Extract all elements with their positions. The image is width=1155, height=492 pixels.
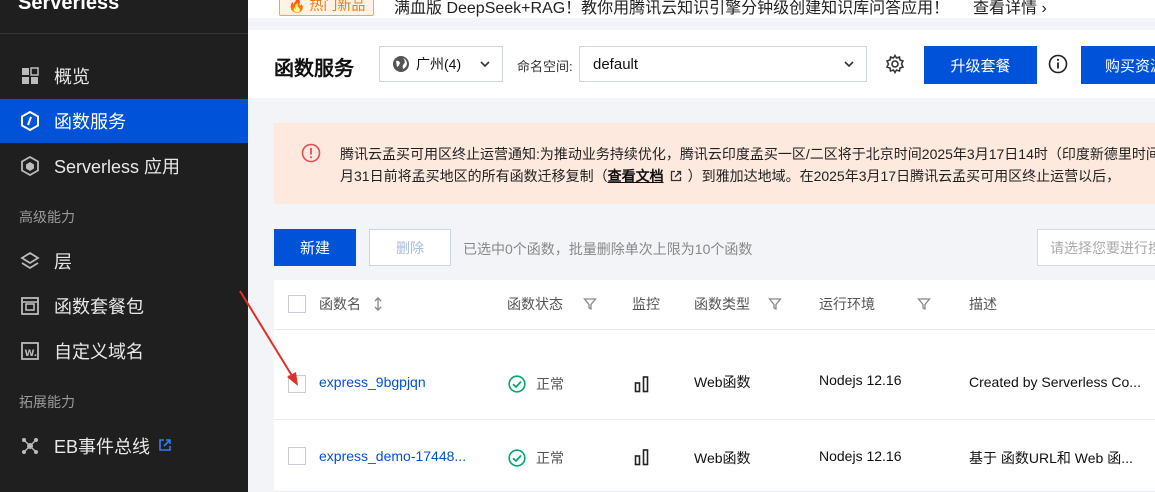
column-header-label: 运行环境 [819, 296, 875, 312]
notice-banner: 腾讯云孟买可用区终止运营通知:为推动业务持续优化，腾讯云印度孟买一区/二区将于北… [274, 123, 1155, 204]
filter-icon[interactable] [768, 297, 782, 311]
column-header-monitor: 监控 [632, 296, 660, 312]
status-cell: 正常 [508, 374, 564, 394]
check-circle-icon [508, 449, 526, 467]
status-text: 正常 [536, 450, 564, 466]
runtime: Nodejs 12.16 [819, 448, 902, 464]
column-header-name[interactable]: 函数名 [319, 294, 383, 314]
sidebar-item-domains[interactable]: W. 自定义域名 [0, 329, 248, 373]
monitor-chart-icon[interactable] [634, 448, 650, 466]
upgrade-button[interactable]: 升级套餐 [924, 46, 1037, 84]
sidebar-item-packages[interactable]: 函数套餐包 [0, 284, 248, 328]
info-icon[interactable] [1048, 54, 1068, 79]
description: Created by Serverless Co... [969, 374, 1141, 390]
brand-title: Serverless [18, 0, 120, 14]
table-row: express_demo-17448... 正常 Web函数 Nodejs 12… [274, 420, 1155, 492]
status-text: 正常 [536, 376, 564, 392]
row-checkbox[interactable] [288, 447, 306, 465]
column-header-label: 函数状态 [507, 296, 563, 312]
buy-resources-button[interactable]: 购买资源 [1081, 46, 1155, 84]
functions-table: 函数名 函数状态 监控 函数类型 运行环境 描述 express_9bgpjqn… [274, 280, 1155, 492]
page-header: 函数服务 广州(4) 命名空间: default 升级套餐 购买资源 [248, 30, 1155, 98]
table-row: express_9bgpjqn 正常 Web函数 Nodejs 12.16 Cr… [274, 348, 1155, 420]
sidebar-item-overview[interactable]: 概览 [0, 54, 248, 98]
filter-icon[interactable] [583, 297, 597, 311]
row-checkbox[interactable] [288, 375, 306, 393]
hot-badge: 🔥 热门新品 [279, 0, 375, 16]
filter-icon[interactable] [917, 297, 931, 311]
sidebar-item-label: 层 [54, 252, 72, 272]
announcement-details-link[interactable]: 查看详情 › [973, 0, 1047, 18]
sidebar-item-label: 函数套餐包 [54, 297, 144, 317]
select-all-checkbox[interactable] [288, 295, 306, 313]
description: 基于 函数URL和 Web 函... [969, 450, 1133, 466]
sidebar-item-label: EB事件总线 [54, 437, 151, 457]
sidebar: Serverless 概览 函数服务 Serverless 应用 高级能力 层 … [0, 0, 248, 492]
chevron-down-icon [842, 57, 856, 75]
announcement-bar: 🔥 热门新品 满血版 DeepSeek+RAG！教你用腾讯云知识引擎分钟级创建知… [248, 0, 1155, 18]
sidebar-item-label: 自定义域名 [54, 342, 144, 362]
notice-text-line-2: 月31日前将孟买地区的所有函数迁移复制（查看文档 ）到雅加达地域。在2025年3月… [340, 166, 1120, 186]
external-link-icon [158, 436, 172, 457]
sidebar-item-label: 函数服务 [54, 112, 126, 132]
monitor-chart-icon[interactable] [634, 375, 650, 393]
notice-text-part: 月31日前将孟买地区的所有函数迁移复制（ [340, 168, 608, 184]
event-bus-icon [20, 436, 40, 456]
brand-divider [0, 33, 248, 34]
section-label-advanced: 高级能力 [19, 209, 75, 225]
delete-button[interactable]: 删除 [369, 229, 451, 266]
new-function-button[interactable]: 新建 [274, 229, 356, 266]
namespace-select[interactable]: default [579, 46, 867, 82]
notice-text-line-1: 腾讯云孟买可用区终止运营通知:为推动业务持续优化，腾讯云印度孟买一区/二区将于北… [340, 146, 1155, 162]
notice-text-part: ）到雅加达地域。在2025年3月17日腾讯云孟买可用区终止运营以后， [687, 168, 1121, 184]
function-name-link[interactable]: express_9bgpjqn [319, 374, 426, 390]
column-header-status[interactable]: 函数状态 [507, 294, 597, 314]
external-link-icon [670, 169, 682, 185]
function-icon [20, 111, 40, 131]
region-value: 广州(4) [416, 56, 462, 72]
runtime: Nodejs 12.16 [819, 372, 902, 388]
section-label-extensions: 拓展能力 [19, 394, 75, 410]
svg-text:W.: W. [25, 349, 38, 359]
sidebar-item-serverless-app[interactable]: Serverless 应用 [0, 144, 248, 188]
column-header-label: 函数类型 [694, 296, 750, 312]
region-select[interactable]: 广州(4) [379, 46, 503, 82]
dashboard-icon [20, 66, 40, 86]
app-icon [20, 156, 40, 176]
page-title: 函数服务 [274, 58, 354, 80]
sidebar-item-label: 概览 [54, 67, 90, 87]
domain-icon: W. [20, 341, 40, 361]
announcement-text[interactable]: 满血版 DeepSeek+RAG！教你用腾讯云知识引擎分钟级创建知识库问答应用！ [394, 0, 949, 18]
function-type: Web函数 [694, 374, 751, 390]
status-cell: 正常 [508, 448, 564, 468]
search-input[interactable]: 请选择您要进行搜索的 [1037, 229, 1155, 266]
sidebar-item-layers[interactable]: 层 [0, 239, 248, 283]
column-header-label: 函数名 [319, 296, 361, 312]
table-header: 函数名 函数状态 监控 函数类型 运行环境 描述 [274, 280, 1155, 330]
sort-icon[interactable] [373, 296, 383, 312]
view-docs-link[interactable]: 查看文档 [608, 168, 664, 184]
function-name-link[interactable]: express_demo-17448... [319, 448, 466, 464]
namespace-label: 命名空间: [517, 59, 573, 74]
column-header-runtime[interactable]: 运行环境 [819, 294, 931, 314]
sidebar-item-label: Serverless 应用 [54, 157, 181, 177]
sidebar-item-functions[interactable]: 函数服务 [0, 99, 248, 143]
layers-icon [20, 251, 40, 271]
gear-icon[interactable] [885, 54, 905, 79]
column-header-description: 描述 [969, 296, 997, 312]
column-header-type[interactable]: 函数类型 [694, 294, 782, 314]
function-type: Web函数 [694, 450, 751, 466]
chevron-down-icon [478, 57, 492, 74]
sidebar-item-event-bus[interactable]: EB事件总线 [0, 424, 248, 468]
check-circle-icon [508, 375, 526, 393]
package-icon [20, 296, 40, 316]
warning-icon [301, 143, 321, 168]
selection-hint: 已选中0个函数，批量删除单次上限为10个函数 [463, 241, 753, 257]
globe-icon [392, 55, 410, 73]
namespace-value: default [593, 55, 639, 73]
